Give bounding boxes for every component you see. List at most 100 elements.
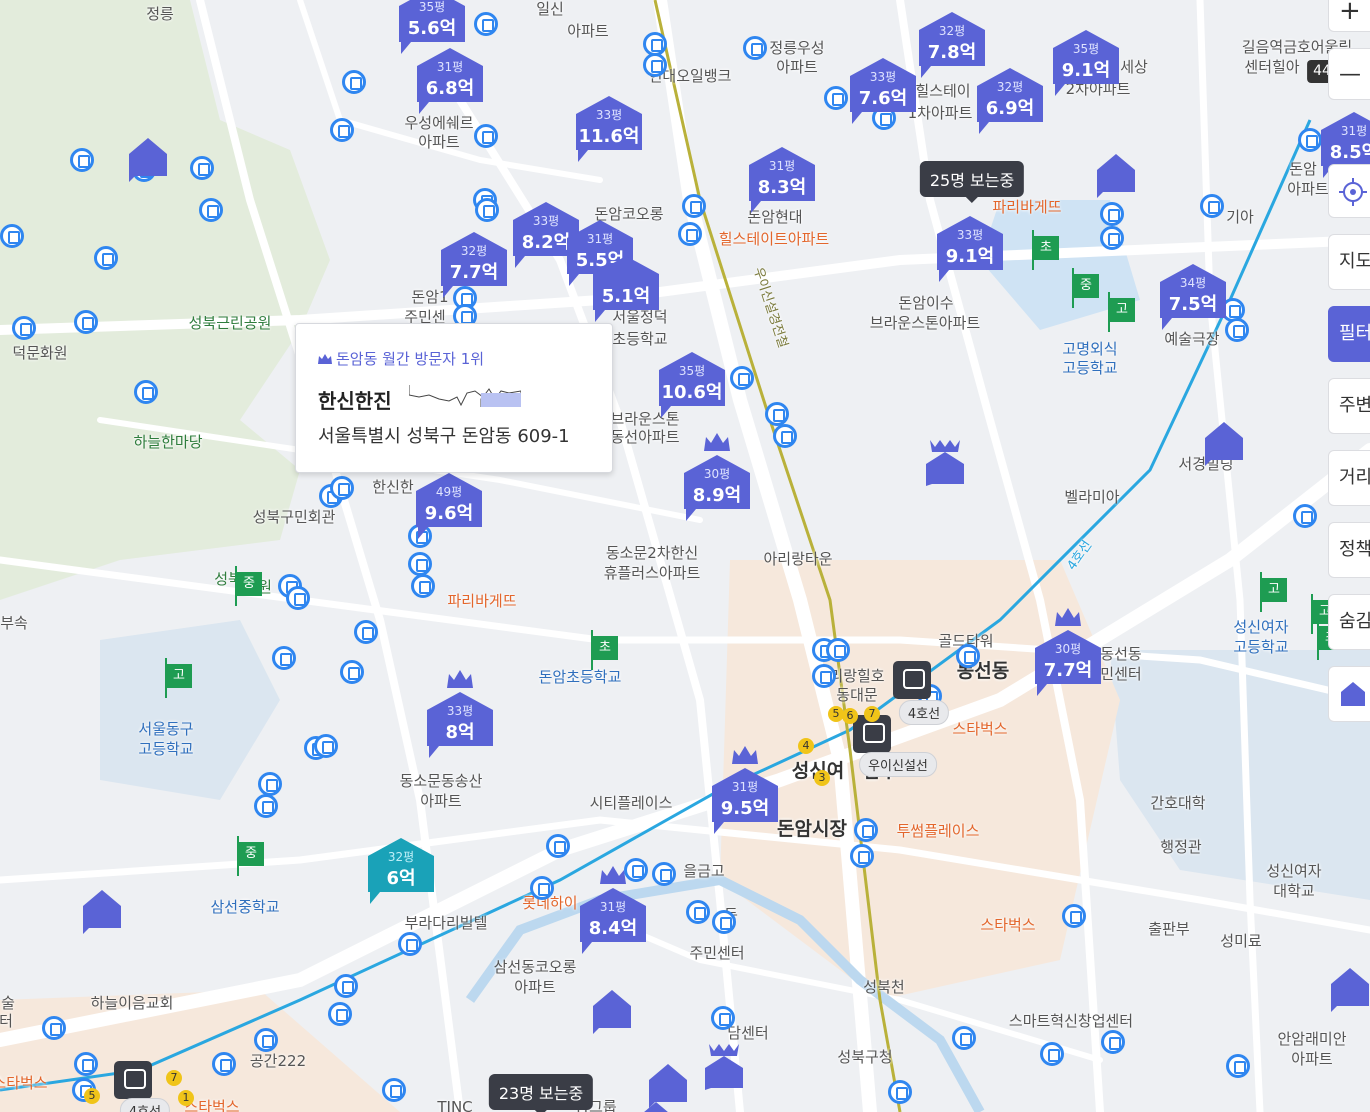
bus-stop-icon[interactable]: [1100, 202, 1124, 226]
filter-button[interactable]: 필터: [1328, 306, 1370, 362]
bus-stop-icon[interactable]: [254, 794, 278, 818]
bus-stop-icon[interactable]: [1293, 504, 1317, 528]
bus-stop-icon[interactable]: [1225, 318, 1249, 342]
school-marker[interactable]: 중: [1070, 268, 1100, 308]
bus-stop-icon[interactable]: [712, 910, 736, 934]
house-marker-icon[interactable]: [924, 440, 966, 486]
bus-stop-icon[interactable]: [408, 552, 432, 576]
bus-stop-icon[interactable]: [773, 424, 797, 448]
house-marker-icon[interactable]: [591, 988, 633, 1034]
apartment-price-pin[interactable]: 31평 8.3억: [747, 145, 817, 215]
locate-button[interactable]: [1328, 164, 1370, 218]
bus-stop-icon[interactable]: [354, 620, 378, 644]
bus-stop-icon[interactable]: [474, 12, 498, 36]
bus-stop-icon[interactable]: [824, 86, 848, 110]
distance-button[interactable]: 거리: [1328, 450, 1370, 506]
bus-stop-icon[interactable]: [1062, 904, 1086, 928]
house-marker-icon[interactable]: [1095, 152, 1137, 198]
apartment-price-pin[interactable]: 33평 7.6억: [848, 56, 918, 126]
bus-stop-icon[interactable]: [1200, 194, 1224, 218]
bus-stop-icon[interactable]: [652, 862, 676, 886]
apartment-price-pin[interactable]: 34평 7.5억: [1158, 262, 1228, 332]
bus-stop-icon[interactable]: [888, 1080, 912, 1104]
bus-stop-icon[interactable]: [0, 224, 24, 248]
apartment-price-pin[interactable]: 33평 8억: [425, 690, 495, 760]
bus-stop-icon[interactable]: [272, 646, 296, 670]
bus-stop-icon[interactable]: [765, 402, 789, 426]
apartment-price-pin[interactable]: 35평 10.6억: [657, 350, 727, 420]
apartment-price-pin[interactable]: 30평 8.9억: [682, 453, 752, 523]
bus-stop-icon[interactable]: [530, 876, 554, 900]
bus-stop-icon[interactable]: [286, 586, 310, 610]
bus-stop-icon[interactable]: [330, 476, 354, 500]
bus-stop-icon[interactable]: [730, 366, 754, 390]
bus-stop-icon[interactable]: [1101, 1030, 1125, 1054]
hide-button[interactable]: 숨김: [1328, 594, 1370, 650]
bus-stop-icon[interactable]: [850, 844, 874, 868]
apartment-price-pin[interactable]: 33평 9.1억: [935, 214, 1005, 284]
apartment-popup[interactable]: 돈암동 월간 방문자 1위 한신한진 서울특별시 성북구 돈암동 609-1: [295, 323, 613, 473]
bus-stop-icon[interactable]: [12, 316, 36, 340]
bus-stop-icon[interactable]: [70, 148, 94, 172]
bus-stop-icon[interactable]: [474, 124, 498, 148]
bus-stop-icon[interactable]: [190, 156, 214, 180]
subway-station-icon[interactable]: [893, 661, 931, 699]
apartment-price-pin[interactable]: 30평 7.7억: [1033, 628, 1103, 698]
apartment-price-pin[interactable]: 31평 6.8억: [415, 46, 485, 116]
bus-stop-icon[interactable]: [94, 246, 118, 270]
bus-stop-icon[interactable]: [328, 1002, 352, 1026]
bus-stop-icon[interactable]: [475, 198, 499, 222]
bus-stop-icon[interactable]: [340, 660, 364, 684]
apartment-price-pin[interactable]: 32평 6억: [366, 836, 436, 906]
map-canvas[interactable]: 정릉 일신 아파트 정릉우성 아파트 현대오일뱅크 우성에쉐르 아파트 길음역금호어울림 센터힐아…: [0, 0, 1370, 1112]
bus-stop-icon[interactable]: [330, 118, 354, 142]
apartment-price-pin[interactable]: 5.1억: [591, 254, 661, 324]
bus-stop-icon[interactable]: [411, 574, 435, 598]
apartment-price-pin[interactable]: 49평 9.6억: [414, 471, 484, 541]
bus-stop-icon[interactable]: [854, 818, 878, 842]
bus-stop-icon[interactable]: [682, 194, 706, 218]
school-marker[interactable]: 고: [1106, 292, 1136, 332]
bus-stop-icon[interactable]: [1100, 226, 1124, 250]
house-marker-icon[interactable]: [635, 1100, 677, 1112]
marker-toggle-button[interactable]: [1328, 666, 1370, 722]
bus-stop-icon[interactable]: [678, 222, 702, 246]
bus-stop-icon[interactable]: [1040, 1042, 1064, 1066]
house-marker-icon[interactable]: [1203, 420, 1245, 466]
bus-stop-icon[interactable]: [812, 664, 836, 688]
apartment-price-pin[interactable]: 32평 6.9억: [975, 66, 1045, 136]
house-marker-icon[interactable]: [1329, 966, 1370, 1012]
apartment-price-pin[interactable]: 32평 7.7억: [439, 230, 509, 300]
bus-stop-icon[interactable]: [334, 974, 358, 998]
bus-stop-icon[interactable]: [1226, 1054, 1250, 1078]
nearby-button[interactable]: 주변: [1328, 378, 1370, 434]
house-marker-icon[interactable]: [81, 888, 123, 934]
house-marker-icon[interactable]: [127, 136, 169, 182]
bus-stop-icon[interactable]: [743, 36, 767, 60]
bus-stop-icon[interactable]: [826, 638, 850, 662]
apartment-price-pin[interactable]: 31평 8.4억: [578, 886, 648, 956]
bus-stop-icon[interactable]: [398, 932, 422, 956]
bus-stop-icon[interactable]: [42, 1016, 66, 1040]
bus-stop-icon[interactable]: [74, 310, 98, 334]
bus-stop-icon[interactable]: [314, 734, 338, 758]
bus-stop-icon[interactable]: [624, 858, 648, 882]
bus-stop-icon[interactable]: [258, 772, 282, 796]
zoom-out-button[interactable]: —: [1328, 48, 1370, 100]
bus-stop-icon[interactable]: [546, 834, 570, 858]
zoom-in-button[interactable]: +: [1328, 0, 1370, 32]
bus-stop-icon[interactable]: [643, 53, 667, 77]
bus-stop-icon[interactable]: [199, 198, 223, 222]
bus-stop-icon[interactable]: [952, 1026, 976, 1050]
bus-stop-icon[interactable]: [254, 1028, 278, 1052]
school-marker[interactable]: 초: [1030, 230, 1060, 270]
bus-stop-icon[interactable]: [212, 1052, 236, 1076]
school-marker[interactable]: 고: [1258, 572, 1288, 612]
apartment-price-pin[interactable]: 35평 9.1억: [1051, 28, 1121, 98]
map-type-button[interactable]: 지도: [1328, 234, 1370, 290]
school-marker[interactable]: 고: [163, 658, 193, 698]
bus-stop-icon[interactable]: [74, 1052, 98, 1076]
apartment-price-pin[interactable]: 31평 9.5억: [710, 766, 780, 836]
bus-stop-icon[interactable]: [342, 70, 366, 94]
policy-button[interactable]: 정책: [1328, 522, 1370, 578]
